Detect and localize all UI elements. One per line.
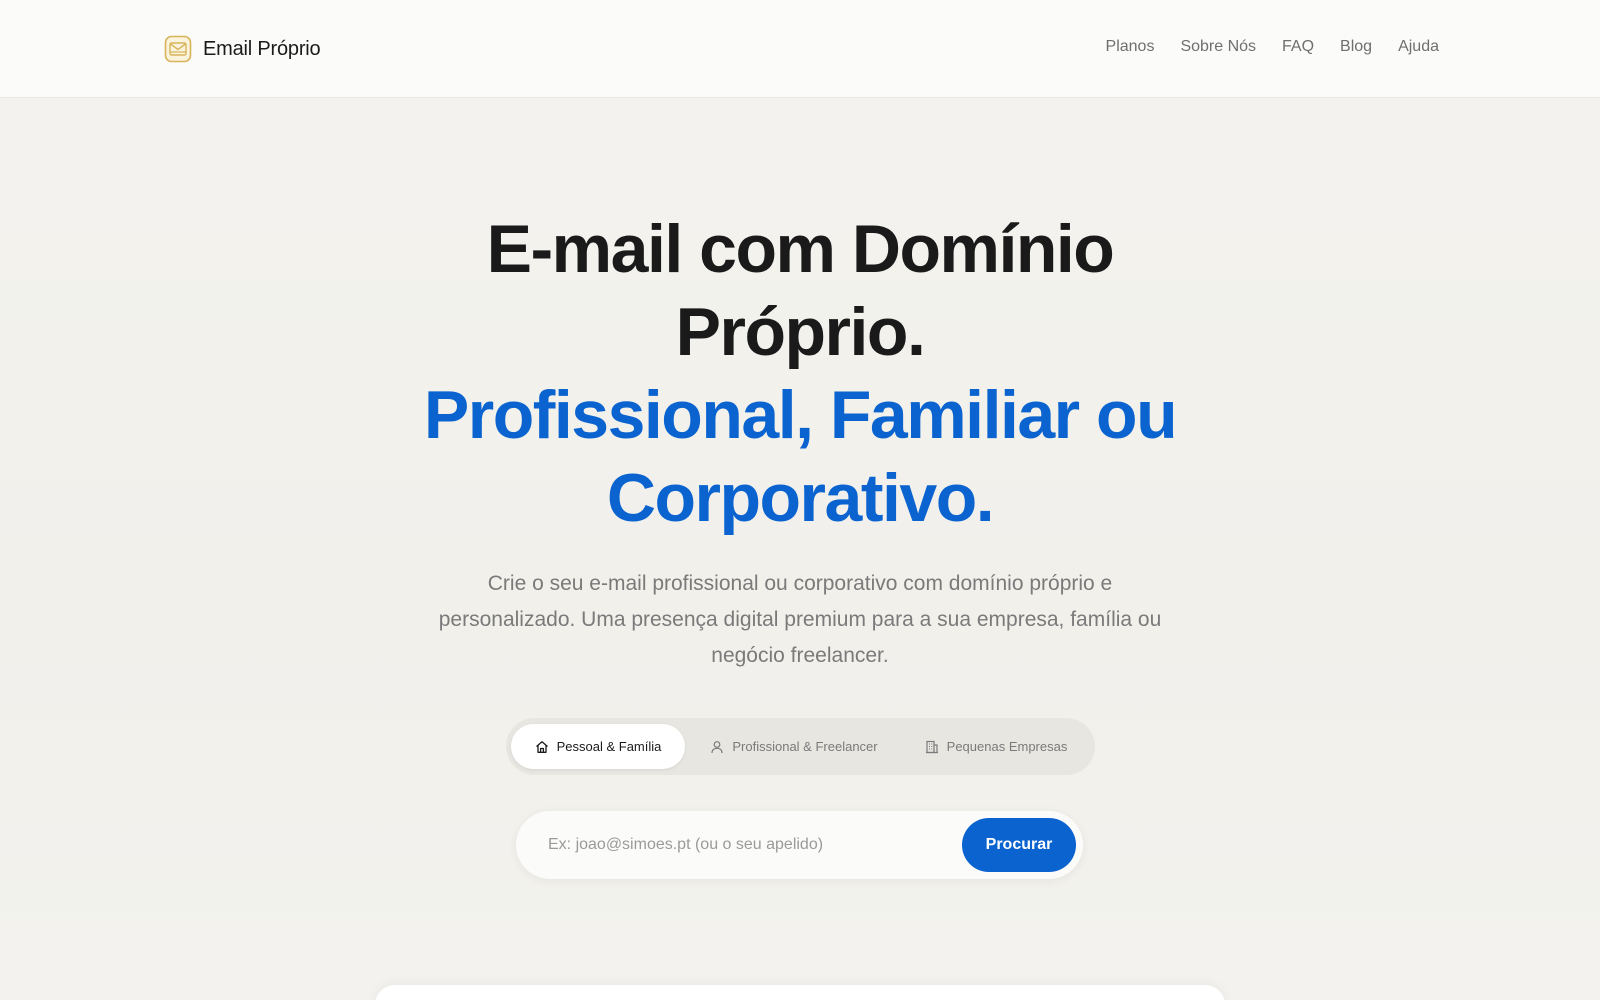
hero-title-highlight-1: Profissional, Familiar ou (423, 377, 1178, 453)
segment-label: Pequenas Empresas (946, 739, 1068, 754)
main-nav: Planos Sobre Nós FAQ Blog Ajuda (1106, 38, 1439, 56)
top-navbar: Email Próprio Planos Sobre Nós FAQ Blog … (0, 0, 1600, 98)
hero-title-line-1: E-mail com Domínio (486, 211, 1115, 287)
envelope-icon (164, 35, 192, 63)
domain-search-bar: Procurar (516, 811, 1083, 879)
brand-name: Email Próprio (203, 37, 321, 60)
user-icon (711, 740, 723, 753)
domain-search-input[interactable] (548, 836, 928, 854)
nav-link-faq[interactable]: FAQ (1282, 38, 1314, 56)
nav-link-ajuda[interactable]: Ajuda (1398, 38, 1439, 56)
home-icon (535, 740, 548, 753)
segment-pequenas-empresas[interactable]: Pequenas Empresas (903, 724, 1089, 769)
hero-subtitle: Crie o seu e-mail profissional ou corpor… (438, 572, 1162, 667)
plans-card-top-edge (375, 985, 1225, 1000)
nav-link-sobre-nos[interactable]: Sobre Nós (1180, 38, 1256, 56)
audience-segmented-control: Pessoal & Família Profissional & Freelan… (506, 718, 1095, 775)
nav-link-planos[interactable]: Planos (1106, 38, 1155, 56)
hero-title-line-2: Próprio. (675, 294, 926, 370)
nav-link-blog[interactable]: Blog (1340, 38, 1372, 56)
hero-title: E-mail com Domínio Próprio. Profissional… (300, 208, 1300, 540)
brand-logo[interactable]: Email Próprio (164, 34, 321, 64)
segment-label: Pessoal & Família (556, 739, 662, 754)
hero-title-highlight-2: Corporativo. (606, 460, 995, 536)
segment-label: Profissional & Freelancer (732, 739, 878, 754)
segment-profissional-freelancer[interactable]: Profissional & Freelancer (685, 724, 903, 769)
search-button[interactable]: Procurar (962, 818, 1076, 872)
segment-pessoal-familia[interactable]: Pessoal & Família (511, 724, 685, 769)
building-icon (925, 740, 938, 753)
